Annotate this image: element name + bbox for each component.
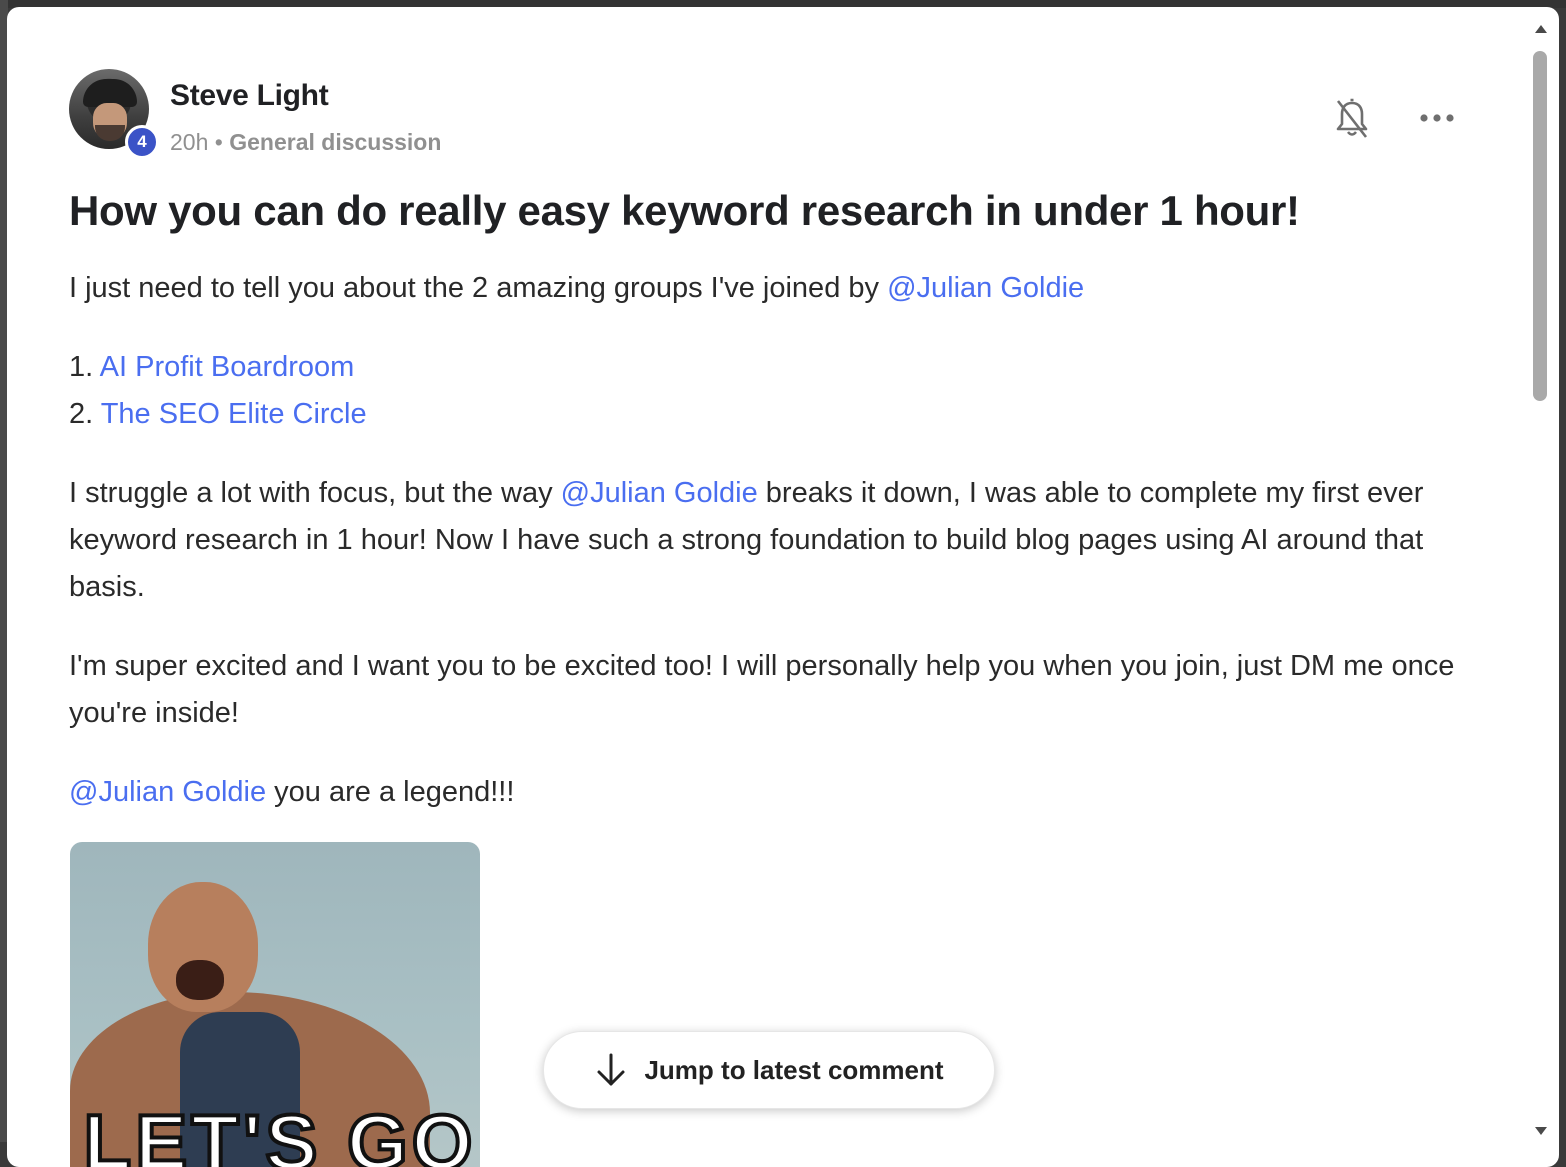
author-name[interactable]: Steve Light [170,79,329,113]
group-list: 1. AI Profit Boardroom 2. The SEO Elite … [69,344,1489,438]
level-badge: 4 [125,125,159,159]
post-category[interactable]: General discussion [229,129,441,155]
mention-link[interactable]: @Julian Goldie [887,272,1084,304]
list-item: 1. AI Profit Boardroom [69,344,1489,391]
group-link-seo-elite-circle[interactable]: The SEO Elite Circle [101,398,367,430]
scroll-down-arrow-icon[interactable] [1535,1127,1547,1135]
post-time[interactable]: 20h [170,129,208,155]
jump-button-label: Jump to latest comment [644,1054,944,1085]
post-paragraph: @Julian Goldie you are a legend!!! [69,769,1489,816]
arrow-down-icon [597,1053,625,1086]
post-gif-image[interactable]: LET'S GO [70,842,480,1167]
group-link-ai-profit-boardroom[interactable]: AI Profit Boardroom [100,351,355,383]
paragraph-text: I struggle a lot with focus, but the way [69,477,561,509]
gif-figure-mouth [176,960,224,1000]
post-modal: 4 Steve Light 20h • General discussion H… [7,7,1559,1167]
bell-off-icon [1336,98,1368,138]
meta-separator: • [208,129,230,155]
notification-toggle-button[interactable] [1335,97,1369,141]
gif-caption: LET'S GO [82,1096,477,1167]
mention-link[interactable]: @Julian Goldie [561,477,758,509]
post-meta: 20h • General discussion [170,129,441,156]
list-number: 1. [69,351,100,383]
paragraph-text: you are a legend!!! [266,776,515,808]
post-body: I just need to tell you about the 2 amaz… [69,265,1489,816]
more-options-button[interactable] [1415,103,1459,133]
post-paragraph: I struggle a lot with focus, but the way… [69,470,1489,611]
mention-link[interactable]: @Julian Goldie [69,776,266,808]
vertical-scrollbar[interactable] [1529,15,1551,1141]
post-paragraph: I'm super excited and I want you to be e… [69,650,1455,729]
scrollbar-thumb[interactable] [1533,51,1547,401]
post-paragraph: I just need to tell you about the 2 amaz… [69,265,1489,312]
avatar-beard [95,125,125,141]
scroll-up-arrow-icon[interactable] [1535,25,1547,33]
post-title: How you can do really easy keyword resea… [69,187,1300,234]
more-horizontal-icon [1420,114,1454,122]
list-item: 2. The SEO Elite Circle [69,391,1489,438]
intro-text: I just need to tell you about the 2 amaz… [69,272,888,304]
list-number: 2. [69,398,101,430]
post-header: 4 Steve Light 20h • General discussion [69,69,1469,159]
jump-to-latest-comment-button[interactable]: Jump to latest comment [543,1031,995,1109]
